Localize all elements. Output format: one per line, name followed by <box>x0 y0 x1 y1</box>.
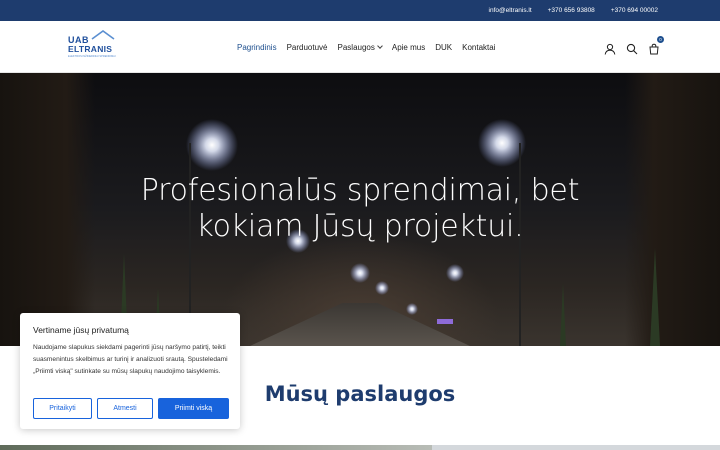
header-actions: 0 <box>604 36 664 55</box>
nav-item-parduotuve[interactable]: Parduotuvė <box>287 43 328 52</box>
logo-subtitle: ELEKTROS INŽINERINIAI SPRENDIMAI <box>68 55 116 58</box>
service-image-preview-right <box>432 445 720 450</box>
nav-item-kontaktai[interactable]: Kontaktai <box>462 43 495 52</box>
cart-count-badge: 0 <box>657 36 664 43</box>
cookie-text: Naudojame slapukus siekdami pagerinti jū… <box>33 344 228 375</box>
nav-item-duk[interactable]: DUK <box>435 43 452 52</box>
main-nav: Pagrindinis Parduotuvė Paslaugos Apie mu… <box>237 21 495 73</box>
nav-label: Paslaugos <box>337 42 375 52</box>
service-image-preview-left <box>0 445 432 450</box>
cookie-title: Vertiname jūsų privatumą <box>33 325 129 335</box>
site-header: UAB ELTRANIS ELEKTROS INŽINERINIAI SPREN… <box>0 21 720 73</box>
site-logo[interactable]: UAB ELTRANIS ELEKTROS INŽINERINIAI SPREN… <box>68 30 118 63</box>
cookie-consent-banner: Vertiname jūsų privatumą Naudojame slapu… <box>20 313 240 429</box>
chevron-down-icon <box>377 43 383 49</box>
cookie-customize-button[interactable]: Pritaikyti <box>33 398 92 419</box>
top-bar-contacts: info@eltranis.lt +370 656 93808 +370 694… <box>489 0 658 21</box>
logo-line2: ELTRANIS <box>68 44 113 54</box>
cookie-accept-all-button[interactable]: Priimti viską <box>158 398 229 419</box>
user-icon[interactable] <box>604 40 616 55</box>
cookie-reject-button[interactable]: Atmesti <box>97 398 153 419</box>
nav-label: DUK <box>435 42 453 52</box>
nav-label: Apie mus <box>391 42 426 52</box>
cookie-buttons: Pritaikyti Atmesti Priimti viską <box>33 398 229 419</box>
topbar-email-link[interactable]: info@eltranis.lt <box>489 7 532 14</box>
roof-icon <box>91 30 115 40</box>
top-bar: info@eltranis.lt +370 656 93808 +370 694… <box>0 0 720 21</box>
nav-label: Kontaktai <box>462 42 496 52</box>
hero-banner: Profesionalūs sprendimai, bet kokiam Jūs… <box>0 73 720 346</box>
hero-title-line1: Profesionalūs sprendimai, bet <box>140 173 580 208</box>
nav-label: Parduotuvė <box>286 42 328 52</box>
topbar-phone1-link[interactable]: +370 656 93808 <box>548 7 595 14</box>
topbar-phone2-link[interactable]: +370 694 00002 <box>611 7 658 14</box>
cart-icon[interactable]: 0 <box>648 36 664 55</box>
nav-label: Pagrindinis <box>237 42 277 52</box>
nav-item-paslaugos[interactable]: Paslaugos <box>337 42 383 52</box>
hero-title: Profesionalūs sprendimai, bet kokiam Jūs… <box>0 173 720 245</box>
nav-item-apie-mus[interactable]: Apie mus <box>392 43 425 52</box>
hero-title-line2: kokiam Jūsų projektui. <box>196 209 524 244</box>
nav-item-pagrindinis[interactable]: Pagrindinis <box>237 43 277 52</box>
search-icon[interactable] <box>626 40 638 55</box>
